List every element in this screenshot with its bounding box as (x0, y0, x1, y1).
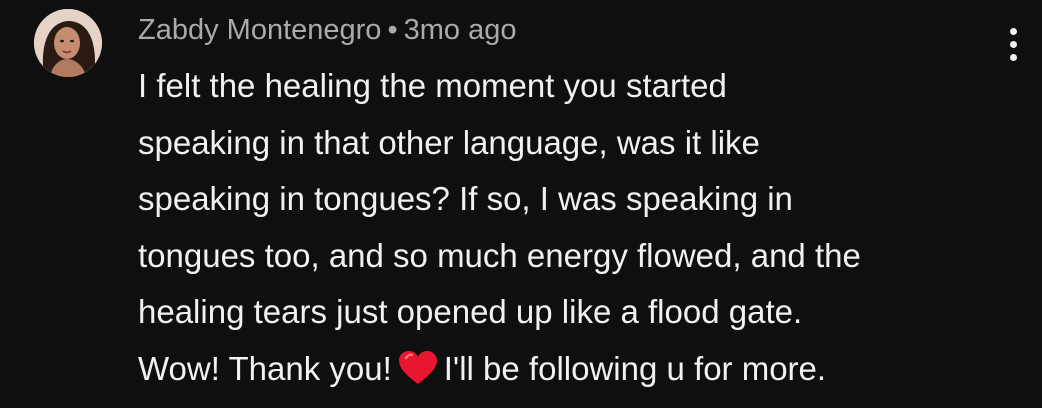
comment-line: tongues too, and so much energy flowed, … (138, 236, 861, 274)
comment-thread-item: Zabdy Montenegro • 3mo ago I felt the heal… (0, 0, 1042, 408)
comment-header: Zabdy Montenegro • 3mo ago (138, 12, 516, 48)
more-actions-button[interactable] (996, 18, 1030, 70)
author-name[interactable]: Zabdy Montenegro (138, 14, 381, 46)
vertical-ellipsis-icon (1009, 40, 1017, 48)
comment-line: speaking in that other language, was it … (138, 123, 760, 161)
avatar-image (34, 9, 102, 77)
comment-line: healing tears just opened up like a floo… (138, 293, 803, 330)
comment-text: I felt the healing the moment you starte… (138, 58, 998, 403)
separator-dot: • (387, 14, 398, 46)
avatar[interactable] (34, 9, 102, 77)
heart-emoji-icon (398, 347, 438, 404)
comment-timestamp[interactable]: 3mo ago (404, 14, 517, 46)
vertical-ellipsis-icon (1009, 27, 1017, 35)
comment-line: I felt the healing the moment you starte… (138, 67, 727, 104)
comment-line: speaking in tongues? If so, I was speaki… (138, 180, 793, 217)
vertical-ellipsis-icon (1009, 53, 1017, 61)
comment-line-text: I'll be following u for more. (443, 349, 827, 387)
comment-line-last: Wow! Thank you! I'll be following u for m… (138, 341, 998, 404)
comment-line-text: Wow! Thank you! (138, 349, 392, 387)
